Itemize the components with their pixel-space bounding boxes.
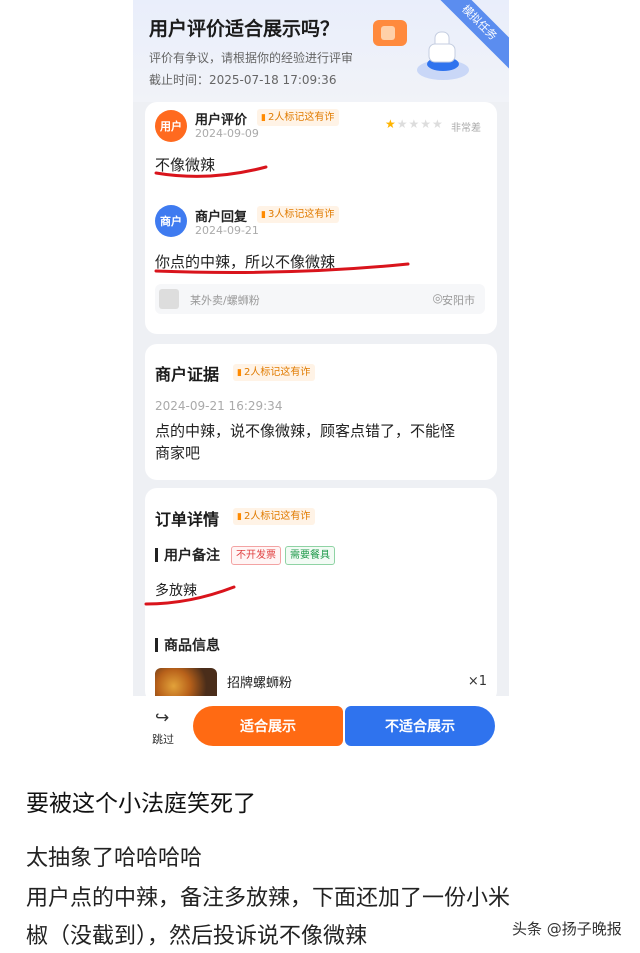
- evidence-card: 商户证据 2人标记这有诈 2024-09-21 16:29:34 点的中辣，说不…: [145, 344, 497, 480]
- user-review-text: 不像微辣: [155, 156, 216, 174]
- merchant-reply-date: 2024-09-21: [195, 224, 259, 237]
- source-watermark: 头条 @扬子晚报: [512, 920, 622, 938]
- user-avatar: 用户: [155, 110, 187, 142]
- skip-button[interactable]: 跳过: [152, 731, 174, 747]
- evidence-title: 商户证据: [155, 365, 220, 384]
- evidence-fraud-tag[interactable]: 2人标记这有诈: [233, 364, 316, 381]
- need-cutlery-badge: 需要餐具: [285, 546, 335, 565]
- page-subtitle: 评价有争议，请根据你的经验进行评审: [149, 51, 354, 65]
- merchant-reply-label: 商户回复: [195, 210, 248, 225]
- order-card: 订单详情 2人标记这有诈 用户备注 不开发票 需要餐具 多放辣 商品信息 招牌螺…: [145, 488, 497, 703]
- task-header: 用户评价适合展示吗？ 评价有争议，请根据你的经验进行评审 截止时间：2025-0…: [133, 0, 509, 102]
- store-thumbnail: [159, 289, 179, 309]
- item-quantity: ×1: [467, 674, 487, 689]
- approve-button[interactable]: 适合展示: [193, 706, 343, 746]
- user-fraud-tag[interactable]: 2人标记这有诈: [257, 109, 340, 126]
- action-bar: ↪ 跳过 适合展示 不适合展示: [133, 696, 509, 768]
- order-title: 订单详情: [155, 510, 220, 529]
- order-fraud-tag[interactable]: 2人标记这有诈: [233, 508, 316, 525]
- caption-line-1: 太抽象了哈哈哈哈: [26, 846, 203, 871]
- rating-stars: ★★★★★: [385, 117, 444, 131]
- user-review-date: 2024-09-09: [195, 127, 259, 140]
- evidence-text-line2: 商家吧: [155, 444, 201, 462]
- caption-title: 要被这个小法庭笑死了: [26, 791, 256, 817]
- skip-arrow-icon[interactable]: ↪: [155, 708, 169, 728]
- remark-text: 多放辣: [155, 583, 197, 599]
- remark-label: 用户备注: [155, 545, 220, 565]
- rating-text: 非常差: [451, 123, 481, 134]
- page: 用户评价适合展示吗？ 评价有争议，请根据你的经验进行评审 截止时间：2025-0…: [0, 0, 640, 953]
- review-card: 用户 用户评价 2人标记这有诈 2024-09-09 ★★★★★ 非常差 不像微…: [145, 102, 497, 334]
- caption-line-2: 用户点的中辣，备注多放辣，下面还加了一份小米: [26, 886, 511, 911]
- deadline-text: 截止时间：2025-07-18 17:09:36: [149, 73, 337, 87]
- page-title: 用户评价适合展示吗？: [149, 18, 340, 40]
- store-name: 某外卖/螺蛳粉: [190, 294, 260, 307]
- merchant-avatar: 商户: [155, 205, 187, 237]
- caption-line-3: 椒（没截到），然后投诉说不像微辣: [26, 924, 368, 949]
- star-icon-empty: ★★★★: [396, 117, 444, 131]
- food-image: [155, 668, 217, 698]
- store-info-row[interactable]: 某外卖/螺蛳粉 ◎ 安阳市: [155, 284, 485, 314]
- reject-button[interactable]: 不适合展示: [345, 706, 495, 746]
- star-icon-filled: ★: [385, 117, 397, 131]
- goods-label: 商品信息: [155, 635, 220, 655]
- user-review-label: 用户评价: [195, 113, 248, 128]
- evidence-time: 2024-09-21 16:29:34: [155, 399, 283, 413]
- item-name: 招牌螺蛳粉: [227, 676, 293, 691]
- merchant-reply-text: 你点的中辣，所以不像微辣: [155, 253, 336, 271]
- evidence-text-line1: 点的中辣，说不像微辣，顾客点错了，不能怪: [155, 422, 456, 440]
- phone-screenshot: 用户评价适合展示吗？ 评价有争议，请根据你的经验进行评审 截止时间：2025-0…: [133, 0, 509, 768]
- store-city: 安阳市: [442, 294, 475, 307]
- no-invoice-badge: 不开发票: [231, 546, 281, 565]
- merchant-fraud-tag[interactable]: 3人标记这有诈: [257, 206, 340, 223]
